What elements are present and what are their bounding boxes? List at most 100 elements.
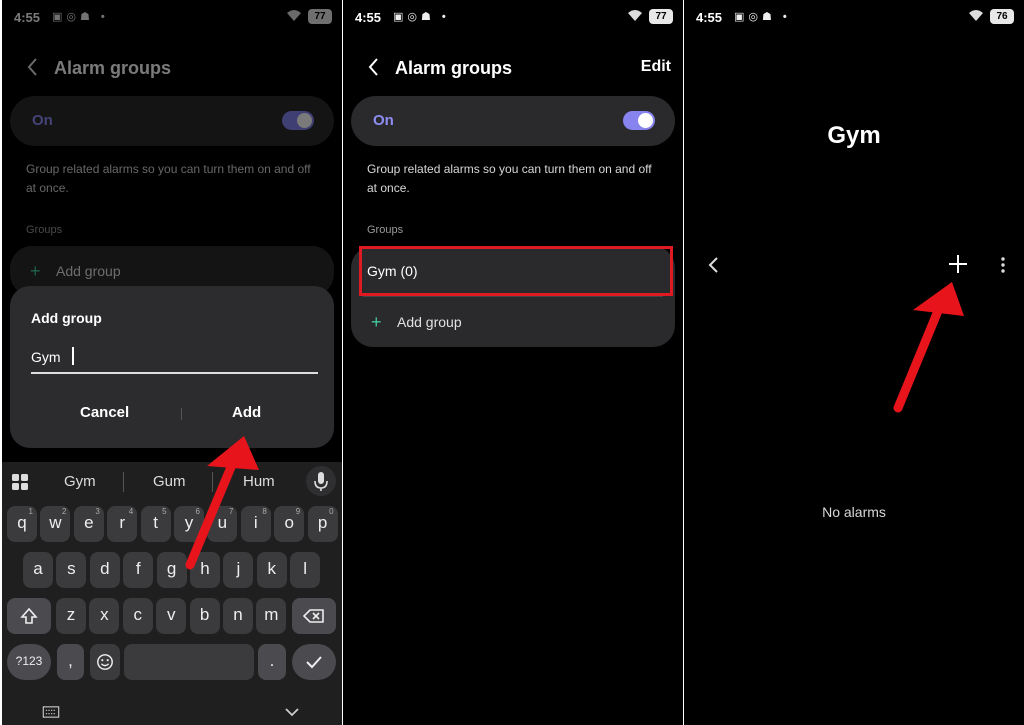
key-f[interactable]: f (123, 552, 154, 588)
key-k[interactable]: k (256, 552, 287, 588)
key-label: y (184, 513, 194, 532)
add-button[interactable]: Add (232, 404, 261, 421)
master-toggle-row[interactable]: On (351, 96, 675, 146)
plus-icon[interactable] (946, 252, 970, 276)
status-time: 4:55 (355, 10, 382, 25)
key-label: t (153, 513, 158, 532)
key-label: c (133, 605, 143, 624)
key-m[interactable]: m (256, 598, 287, 634)
toggle-switch[interactable] (623, 111, 655, 130)
key-j[interactable]: j (223, 552, 254, 588)
page-title: Alarm groups (395, 58, 513, 78)
key-h[interactable]: h (190, 552, 220, 588)
key-p[interactable]: p0 (307, 506, 338, 542)
suggestion-3[interactable]: Hum (243, 473, 275, 490)
key-g[interactable]: g (156, 552, 187, 588)
groups-section-label: Groups (367, 224, 404, 236)
add-group-row[interactable]: + Add group (351, 297, 675, 347)
key-o[interactable]: o9 (274, 506, 305, 542)
key-w[interactable]: w2 (40, 506, 71, 542)
key-b[interactable]: b (189, 598, 220, 634)
phone-panel-add-group: 4:55 ▣◎☗ • 77 Alarm groups On Group rela… (2, 0, 342, 725)
key-label: u (217, 513, 228, 532)
key-i[interactable]: i8 (240, 506, 271, 542)
key-label: q (17, 513, 27, 532)
key-y[interactable]: y6 (174, 506, 204, 542)
dialog-title: Add group (31, 310, 102, 326)
battery-icon: 76 (990, 9, 1014, 24)
key-label: b (199, 605, 210, 624)
key-label: a (33, 559, 43, 578)
key-s[interactable]: s (56, 552, 87, 588)
wifi-icon (969, 10, 983, 21)
shift-key[interactable] (7, 598, 51, 634)
emoji-icon (97, 654, 113, 670)
key-hint: 2 (61, 507, 67, 516)
key-label: m (264, 605, 279, 624)
key-hint: 3 (95, 507, 100, 516)
battery-icon: 77 (649, 9, 673, 24)
key-z[interactable]: z (56, 598, 86, 634)
more-vert-icon[interactable] (998, 254, 1008, 276)
key-label: x (100, 605, 109, 624)
button-divider (181, 408, 182, 420)
key-hint: 1 (28, 507, 33, 516)
suggestion-1[interactable]: Gym (64, 473, 96, 490)
grid-icon[interactable] (12, 474, 28, 490)
key-c[interactable]: c (122, 598, 153, 634)
suggestion-divider (212, 472, 213, 492)
key-label: l (303, 559, 308, 578)
key-u[interactable]: u7 (207, 506, 238, 542)
back-arrow-icon[interactable] (365, 56, 383, 78)
suggestion-2[interactable]: Gum (153, 473, 186, 490)
chevron-down-icon[interactable] (284, 707, 300, 717)
key-hint: 9 (295, 507, 301, 516)
key-r[interactable]: r4 (107, 506, 138, 542)
space-key[interactable] (124, 644, 254, 680)
cancel-button[interactable]: Cancel (80, 404, 129, 421)
key-row-1: q1w2e3r4t5y6u7i8o9p0 (2, 506, 342, 542)
status-bar: 4:55 ▣◎☗ • 76 (684, 0, 1024, 34)
mic-icon[interactable] (306, 466, 336, 496)
key-q[interactable]: q1 (7, 506, 37, 542)
key-row-4: ?123 , . (2, 644, 342, 680)
key-a[interactable]: a (23, 552, 53, 588)
notification-icons: ▣◎☗ • (393, 11, 450, 23)
key-d[interactable]: d (89, 552, 120, 588)
key-x[interactable]: x (89, 598, 120, 634)
key-e[interactable]: e3 (73, 506, 104, 542)
key-v[interactable]: v (156, 598, 187, 634)
period-key[interactable]: . (258, 644, 286, 680)
key-hint: 4 (128, 507, 134, 516)
key-t[interactable]: t5 (140, 506, 171, 542)
key-n[interactable]: n (223, 598, 253, 634)
key-label: p (317, 513, 328, 532)
emoji-key[interactable] (90, 644, 120, 680)
status-time: 4:55 (696, 10, 723, 25)
key-label: n (233, 605, 243, 624)
symbols-key[interactable]: ?123 (7, 644, 51, 680)
wifi-icon (628, 10, 642, 21)
key-hint: 5 (162, 507, 167, 516)
backspace-key[interactable] (292, 598, 336, 634)
key-label: d (100, 559, 110, 578)
group-title: Gym (827, 122, 881, 149)
back-arrow-icon[interactable] (706, 254, 722, 276)
suggestion-divider (123, 472, 124, 492)
edit-button[interactable]: Edit (641, 58, 671, 76)
keyboard-icon[interactable] (42, 706, 60, 718)
description-text: Group related alarms so you can turn the… (367, 162, 652, 195)
key-label: f (135, 559, 141, 578)
text-cursor (72, 347, 74, 365)
key-hint: 0 (329, 507, 334, 516)
key-label: o (284, 513, 294, 532)
highlight-box (359, 246, 673, 296)
key-l[interactable]: l (290, 552, 321, 588)
group-name-input[interactable] (31, 342, 318, 374)
comma-key[interactable]: , (57, 644, 84, 680)
toggle-knob (638, 113, 653, 128)
add-group-dialog: Add group Cancel Add (10, 286, 334, 448)
key-hint: 8 (262, 507, 267, 516)
enter-key[interactable] (292, 644, 336, 680)
toggle-label: On (373, 112, 394, 129)
